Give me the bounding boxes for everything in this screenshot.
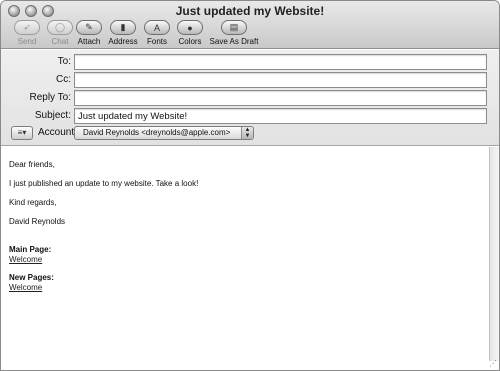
vertical-scrollbar[interactable]	[489, 147, 499, 361]
account-row: ≡▾ Account: David Reynolds <dreynolds@ap…	[1, 126, 499, 142]
cc-row: Cc:	[1, 72, 499, 89]
save-as-draft-label: Save As Draft	[209, 37, 259, 46]
new-pages-heading: New Pages:	[9, 273, 54, 282]
signature-text: David Reynolds	[9, 217, 66, 226]
greeting-text: Dear friends,	[9, 160, 55, 169]
cc-label: Cc:	[56, 74, 71, 85]
draft-icon: ▤	[221, 20, 247, 35]
send-label: Send	[17, 37, 37, 46]
message-line: I just published an update to my website…	[9, 179, 199, 188]
to-row: To:	[1, 54, 499, 71]
to-label: To:	[57, 56, 71, 67]
colors-label: Colors	[178, 37, 202, 46]
closing-text: Kind regards,	[9, 198, 57, 207]
account-value: David Reynolds <dreynolds@apple.com>	[83, 128, 231, 137]
options-menu-button[interactable]: ≡▾	[11, 126, 33, 140]
cc-field[interactable]	[74, 72, 487, 88]
updown-arrows-icon: ▲ ▼	[241, 127, 253, 139]
account-select[interactable]: David Reynolds <dreynolds@apple.com> ▲ ▼	[74, 126, 254, 140]
fonts-label: Fonts	[146, 37, 167, 46]
mail-compose-window: Just updated my Website! ➶ Send ◯ Chat ✎…	[0, 0, 500, 371]
main-page-link[interactable]: Welcome	[9, 255, 481, 265]
resize-grip-icon[interactable]: ⋰	[488, 359, 498, 369]
subject-row: Subject: Just updated my Website!	[1, 108, 499, 125]
reply-to-label: Reply To:	[29, 92, 71, 103]
account-label: Account:	[38, 127, 77, 138]
subject-label: Subject:	[34, 110, 71, 121]
toolbar: ➶ Send ◯ Chat ✎ Attach ▮ Address A Fonts…	[1, 20, 499, 49]
subject-field[interactable]: Just updated my Website!	[74, 108, 487, 124]
message-body[interactable]: Dear friends, I just published an update…	[1, 147, 489, 370]
window-titlebar-toolbar: Just updated my Website! ➶ Send ◯ Chat ✎…	[1, 1, 499, 49]
reply-to-row: Reply To:	[1, 90, 499, 107]
reply-to-field[interactable]	[74, 90, 487, 106]
save-as-draft-button[interactable]: ▤ Save As Draft	[208, 20, 260, 46]
main-page-heading: Main Page:	[9, 245, 52, 254]
window-title: Just updated my Website!	[175, 4, 325, 18]
new-pages-link[interactable]: Welcome	[9, 283, 481, 293]
header-fields: To: Cc: Reply To: Subject: Just updated …	[1, 50, 499, 146]
to-field[interactable]	[74, 54, 487, 70]
attach-label: Attach	[77, 37, 101, 46]
colors-icon: ●	[177, 20, 203, 35]
